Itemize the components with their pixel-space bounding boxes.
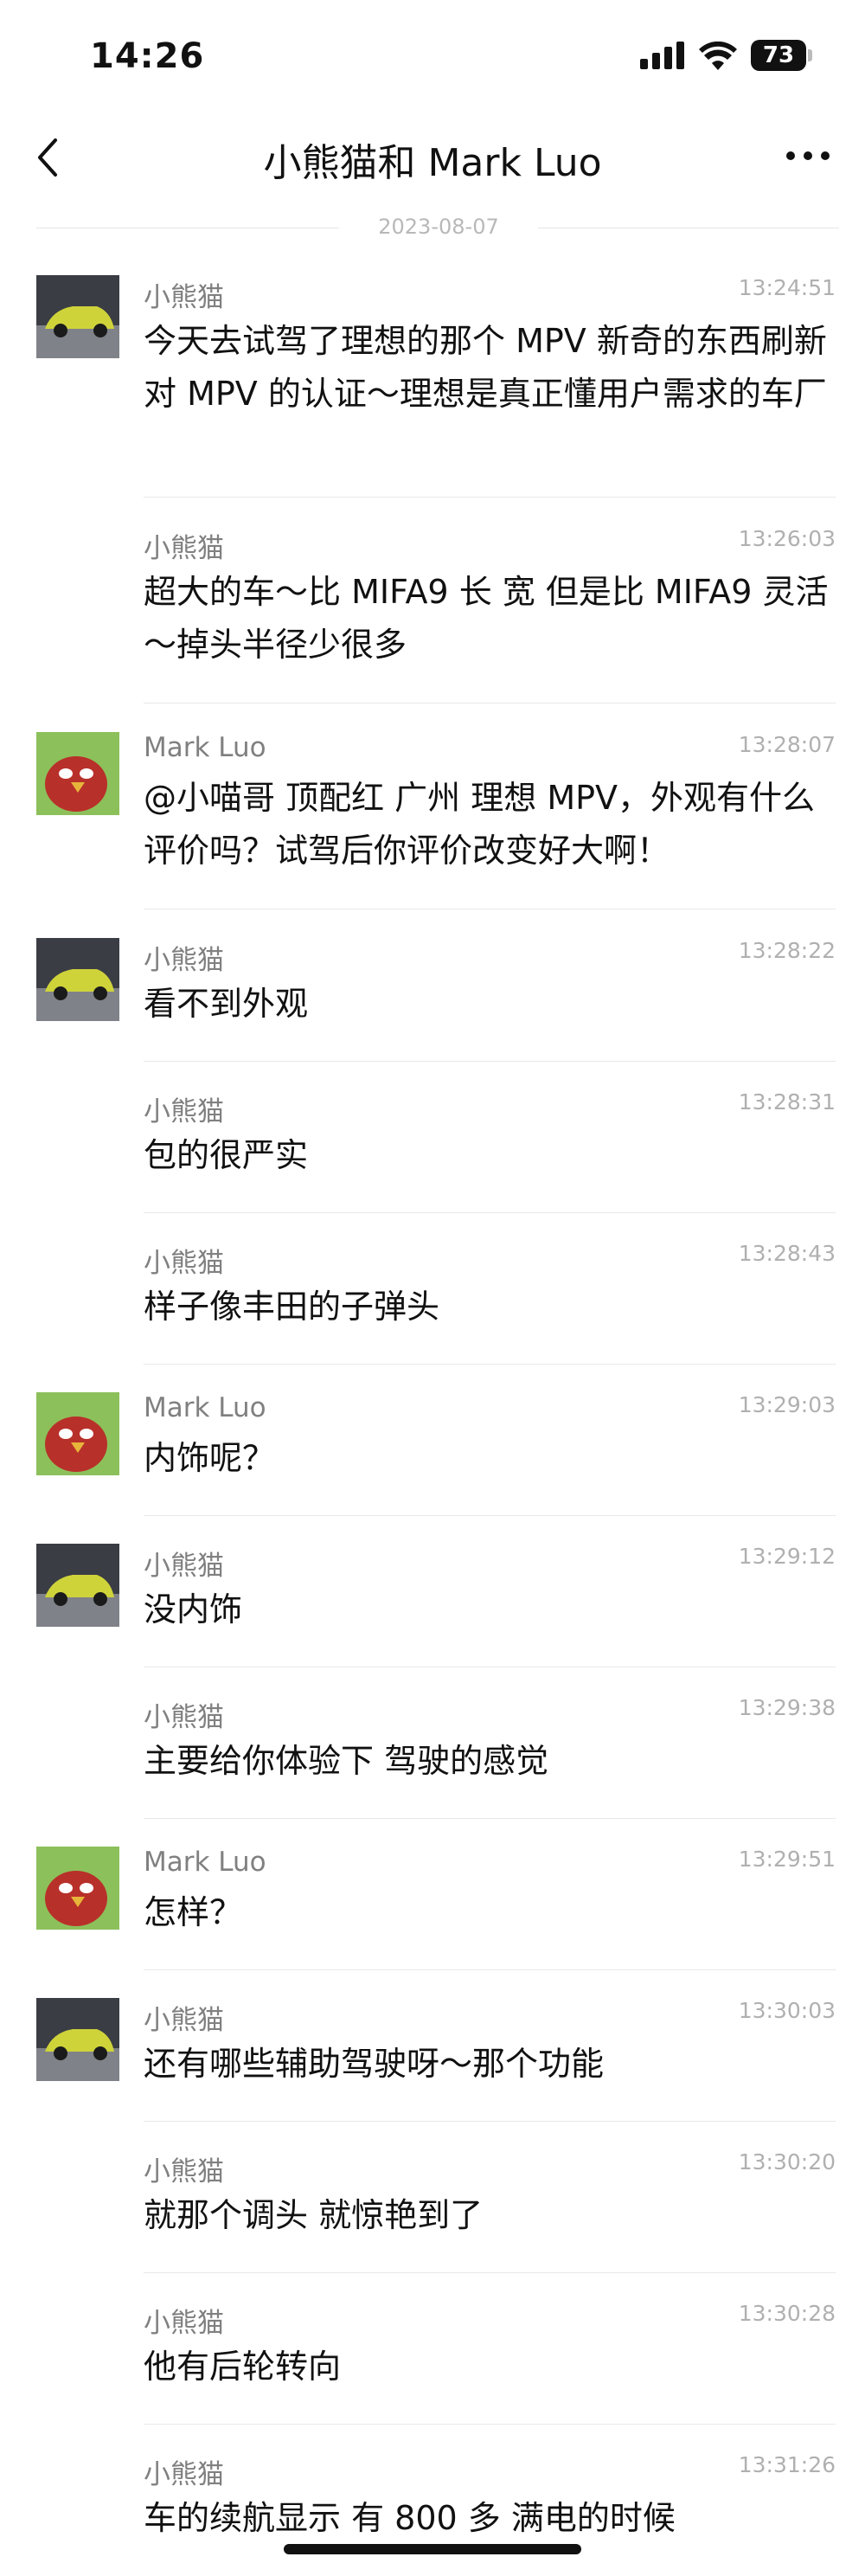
sender-name: 小熊猫 [144, 533, 224, 564]
message-text: 怎样？ [144, 1893, 243, 1931]
separator [144, 1212, 836, 1213]
sender-name: Mark Luo [144, 732, 266, 763]
message-time: 13:29:03 [738, 1392, 836, 1417]
separator [144, 2424, 836, 2425]
message-text: 他有后轮转向 [144, 2348, 342, 2386]
sender-name: Mark Luo [144, 1392, 266, 1423]
separator [144, 1969, 836, 1970]
sender-name: 小熊猫 [144, 1551, 224, 1582]
message-time: 13:30:28 [738, 2301, 836, 2326]
battery-tip [808, 49, 812, 61]
sender-name: 小熊猫 [144, 2308, 224, 2339]
separator [144, 497, 836, 498]
message-text: 样子像丰田的子弹头 [144, 1288, 440, 1326]
message-text: @小喵哥 顶配红 广州 理想 MPV，外观有什么评价吗？试驾后你评价改变好大啊！ [144, 779, 816, 870]
car-avatar[interactable] [36, 1544, 119, 1627]
nav-bar: 小熊猫和 Mark Luo [0, 112, 865, 199]
message-time: 13:24:51 [738, 275, 836, 300]
battery-level: 73 [751, 40, 806, 71]
status-bar: 14:26 73 [0, 0, 865, 104]
separator [144, 1515, 836, 1516]
separator [144, 2272, 836, 2273]
message-time: 13:30:03 [738, 1998, 836, 2023]
bird-avatar[interactable] [36, 1847, 119, 1930]
message-text: 还有哪些辅助驾驶呀～那个功能 [144, 2045, 605, 2083]
sender-name: 小熊猫 [144, 2156, 224, 2187]
home-indicator[interactable] [284, 2544, 581, 2554]
message-time: 13:26:03 [738, 526, 836, 551]
date-divider: 2023-08-07 [36, 215, 839, 241]
message-text: 超大的车～比 MIFA9 长 宽 但是比 MIFA9 灵活～掉头半径少很多 [144, 573, 829, 664]
message-text: 包的很严实 [144, 1136, 309, 1174]
message-time: 13:28:22 [738, 938, 836, 963]
sender-name: 小熊猫 [144, 282, 224, 313]
separator [144, 2121, 836, 2122]
back-chevron-icon[interactable] [29, 133, 67, 182]
sender-name: 小熊猫 [144, 2459, 224, 2490]
sender-name: 小熊猫 [144, 945, 224, 976]
message-time: 13:28:43 [738, 1241, 836, 1266]
separator [144, 1061, 836, 1062]
message-time: 13:28:07 [738, 732, 836, 757]
car-avatar[interactable] [36, 275, 119, 358]
cellular-signal-icon [640, 42, 684, 69]
sender-name: 小熊猫 [144, 2005, 224, 2036]
car-avatar[interactable] [36, 1998, 119, 2081]
sender-name: Mark Luo [144, 1847, 266, 1878]
separator [144, 1818, 836, 1819]
message-text: 车的续航显示 有 800 多 满电的时候 [144, 2499, 676, 2537]
message-time: 13:29:51 [738, 1847, 836, 1872]
car-avatar[interactable] [36, 938, 119, 1021]
message-time: 13:28:31 [738, 1089, 836, 1115]
status-time: 14:26 [90, 36, 205, 76]
wifi-icon [699, 42, 737, 70]
sender-name: 小熊猫 [144, 1248, 224, 1279]
message-text: 主要给你体验下 驾驶的感觉 [144, 1742, 549, 1780]
chat-title: 小熊猫和 Mark Luo [263, 141, 602, 185]
message-text: 今天去试驾了理想的那个 MPV 新奇的东西刷新对 MPV 的认证～理想是真正懂用… [144, 322, 827, 413]
message-time: 13:31:26 [738, 2452, 836, 2477]
battery-indicator: 73 [751, 40, 813, 71]
message-time: 13:29:38 [738, 1695, 836, 1720]
sender-name: 小熊猫 [144, 1702, 224, 1733]
message-text: 看不到外观 [144, 985, 309, 1023]
date-label: 2023-08-07 [378, 215, 499, 239]
message-time: 13:29:12 [738, 1544, 836, 1569]
more-options-icon[interactable] [782, 138, 834, 173]
message-time: 13:30:20 [738, 2149, 836, 2175]
message-text: 没内饰 [144, 1590, 243, 1628]
message-text: 就那个调头 就惊艳到了 [144, 2196, 484, 2234]
bird-avatar[interactable] [36, 1392, 119, 1475]
separator [144, 1364, 836, 1365]
bird-avatar[interactable] [36, 732, 119, 815]
sender-name: 小熊猫 [144, 1096, 224, 1127]
message-text: 内饰呢？ [144, 1439, 276, 1477]
